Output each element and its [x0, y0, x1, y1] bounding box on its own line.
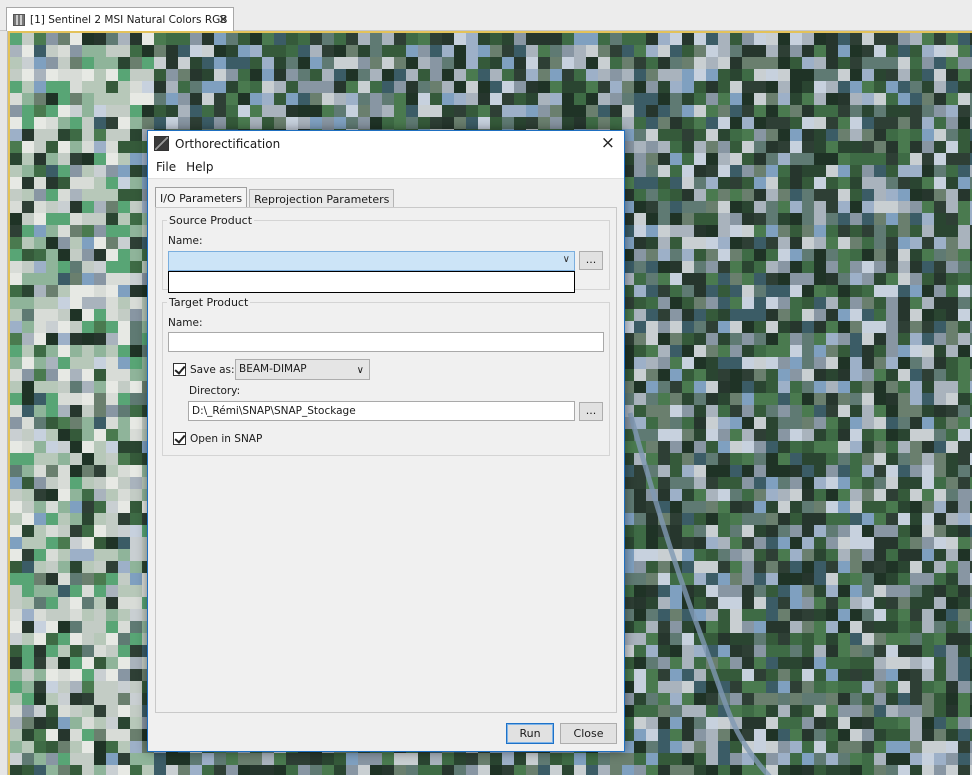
target-name-field[interactable]	[168, 332, 604, 352]
source-browse-button[interactable]: ...	[579, 251, 603, 270]
raster-image-icon	[13, 13, 25, 26]
tab-io-parameters[interactable]: I/O Parameters	[155, 187, 248, 208]
menu-file[interactable]: File	[151, 160, 181, 174]
source-name-label: Name:	[168, 235, 203, 247]
document-tab[interactable]: [1] Sentinel 2 MSI Natural Colors RGB ×	[6, 7, 234, 31]
tab-reprojection-parameters[interactable]: Reprojection Parameters	[249, 189, 395, 208]
document-tab-strip: [1] Sentinel 2 MSI Natural Colors RGB ×	[0, 0, 972, 31]
directory-browse-button[interactable]: ...	[579, 402, 603, 421]
target-name-label: Name:	[168, 317, 203, 329]
open-in-snap-checkbox[interactable]: Open in SNAP	[173, 432, 262, 445]
source-product-group: Source Product Name: ∨ ...	[162, 214, 610, 293]
directory-field[interactable]: D:\_Rémi\SNAP\SNAP_Stockage	[188, 401, 575, 421]
close-icon[interactable]: ×	[601, 133, 615, 153]
save-format-value: BEAM-DIMAP	[239, 363, 307, 375]
chevron-down-icon: ∨	[356, 365, 364, 376]
close-button[interactable]: Close	[560, 723, 617, 744]
snap-window: [1] Sentinel 2 MSI Natural Colors RGB × …	[0, 0, 972, 775]
io-parameters-panel: Source Product Name: ∨ ... Target Produc…	[155, 207, 617, 713]
checkbox-checked-icon	[173, 363, 186, 376]
parameter-tabs: I/O Parameters Reprojection Parameters	[155, 187, 396, 208]
save-as-checkbox[interactable]: Save as:	[173, 363, 235, 376]
orthorectification-dialog: Orthorectification × File Help I/O Param…	[147, 130, 625, 752]
snap-app-icon	[154, 136, 169, 151]
close-icon[interactable]: ×	[218, 12, 228, 26]
directory-label: Directory:	[189, 385, 241, 397]
source-product-dropdown-list[interactable]	[168, 271, 575, 293]
dialog-titlebar[interactable]: Orthorectification ×	[148, 131, 624, 156]
menu-help[interactable]: Help	[181, 160, 218, 174]
menu-bar: File Help	[148, 156, 624, 179]
save-as-label: Save as:	[190, 363, 235, 376]
run-button[interactable]: Run	[506, 723, 554, 744]
checkbox-checked-icon	[173, 432, 186, 445]
source-product-title: Source Product	[167, 214, 255, 227]
dialog-title: Orthorectification	[175, 136, 281, 151]
chevron-down-icon: ∨	[562, 254, 570, 265]
open-in-snap-label: Open in SNAP	[190, 432, 263, 445]
source-product-combo[interactable]: ∨	[168, 251, 575, 271]
target-product-title: Target Product	[167, 296, 251, 309]
left-sidebar-strip	[0, 31, 8, 775]
target-product-group: Target Product Name: Save as: BEAM-DIMAP…	[162, 296, 610, 456]
document-tab-title: [1] Sentinel 2 MSI Natural Colors RGB	[30, 13, 228, 26]
save-format-select[interactable]: BEAM-DIMAP ∨	[235, 359, 370, 380]
